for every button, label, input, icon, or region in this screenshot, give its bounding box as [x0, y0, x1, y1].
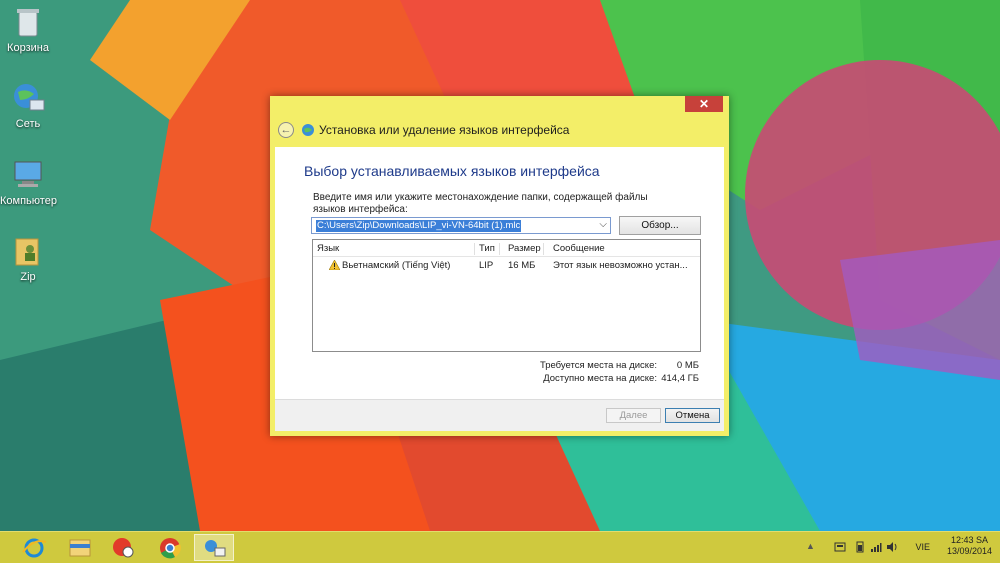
- disk-required-value: 0 МБ: [676, 360, 699, 371]
- column-header-language[interactable]: Язык: [313, 243, 475, 255]
- volume-icon[interactable]: [886, 541, 898, 553]
- cell-size: 16 МБ: [508, 260, 536, 271]
- desktop-icon-network[interactable]: Сеть: [0, 80, 56, 130]
- desktop-icon-label: Zip: [20, 271, 36, 283]
- network-icon: [10, 80, 46, 116]
- clock-date: 13/09/2014: [946, 546, 992, 556]
- clock-time: 12:43 SA: [950, 535, 988, 545]
- instruction-text: Введите имя или укажите местонахождение …: [313, 192, 648, 215]
- file-explorer-icon: [69, 539, 91, 557]
- column-header-size[interactable]: Размер: [504, 243, 544, 255]
- disk-available-value: 414,4 ГБ: [661, 373, 699, 384]
- table-row[interactable]: Вьетнамский (Tiếng Việt) LIP 16 МБ Этот …: [313, 258, 700, 274]
- clock[interactable]: 12:43 SA 13/09/2014: [947, 535, 992, 557]
- back-arrow-icon: ←: [280, 124, 292, 136]
- taskbar-chrome-button[interactable]: [150, 534, 190, 561]
- browse-button[interactable]: Обзор...: [619, 216, 701, 235]
- path-value[interactable]: C:\Users\Zip\Downloads\LIP_vi-VN-64bit (…: [316, 220, 522, 232]
- desktop-icon-recycle-bin[interactable]: Корзина: [0, 4, 56, 54]
- show-hidden-icons-icon[interactable]: ▲: [806, 541, 818, 553]
- taskbar-language-settings-button[interactable]: [194, 534, 234, 561]
- desktop-icon-label: Сеть: [15, 118, 41, 130]
- taskbar-app-button[interactable]: [104, 534, 144, 561]
- column-header-type[interactable]: Тип: [475, 243, 500, 255]
- cell-message: Этот язык невозможно устан...: [553, 260, 688, 271]
- dialog-content: Выбор устанавливаемых языков интерфейса …: [275, 147, 724, 431]
- table-header: Язык Тип Размер Сообщение: [313, 240, 700, 257]
- warning-icon: [329, 260, 340, 270]
- column-header-message[interactable]: Сообщение: [549, 243, 683, 255]
- disk-available-label: Доступно места на диске:: [543, 373, 657, 384]
- chrome-icon: [160, 538, 181, 559]
- app-red-icon: [113, 538, 134, 558]
- battery-icon[interactable]: [854, 541, 866, 553]
- taskbar: ▲ VIE 12:43 SA 13/09/2014: [0, 531, 1000, 563]
- language-app-icon: [302, 124, 314, 136]
- path-combobox[interactable]: C:\Users\Zip\Downloads\LIP_vi-VN-64bit (…: [311, 217, 611, 234]
- internet-explorer-icon: [22, 538, 47, 558]
- taskbar-explorer-button[interactable]: [60, 534, 100, 561]
- language-settings-icon: [205, 540, 226, 557]
- desktop-icon-label: Компьютер: [0, 195, 57, 207]
- desktop-icon-zip[interactable]: Zip: [0, 233, 56, 283]
- language-install-dialog: ✕ ← Установка или удаление языков интерф…: [270, 96, 729, 436]
- dialog-title: Установка или удаление языков интерфейса: [319, 123, 570, 137]
- dialog-footer: Далее Отмена: [275, 399, 724, 431]
- input-language-indicator[interactable]: VIE: [915, 542, 930, 552]
- back-button[interactable]: ←: [278, 122, 294, 138]
- disk-required-label: Требуется места на диске:: [539, 360, 657, 371]
- desktop-icon-label: Корзина: [7, 42, 49, 54]
- action-center-icon[interactable]: [834, 541, 846, 553]
- taskbar-ie-button[interactable]: [14, 534, 54, 561]
- dialog-titlebar: ← Установка или удаление языков интерфей…: [278, 122, 721, 142]
- page-heading: Выбор устанавливаемых языков интерфейса: [304, 163, 600, 179]
- close-button[interactable]: ✕: [685, 96, 723, 112]
- recycle-bin-icon: [10, 4, 46, 40]
- system-tray: ▲ VIE 12:43 SA 13/09/2014: [800, 532, 1000, 563]
- desktop: Корзина Сеть Компьютер Zip ✕ ← Установка…: [0, 0, 1000, 531]
- network-status-icon[interactable]: [870, 541, 882, 553]
- chevron-down-icon[interactable]: ⌵: [599, 219, 607, 230]
- folder-user-icon: [10, 233, 46, 269]
- cancel-button[interactable]: Отмена: [665, 408, 720, 423]
- language-list[interactable]: Язык Тип Размер Сообщение Вьетнамский (T…: [312, 239, 701, 352]
- cell-language: Вьетнамский (Tiếng Việt): [342, 260, 451, 271]
- computer-icon: [10, 157, 46, 193]
- desktop-icon-computer[interactable]: Компьютер: [0, 157, 57, 207]
- next-button[interactable]: Далее: [606, 408, 661, 423]
- cell-type: LIP: [479, 260, 494, 271]
